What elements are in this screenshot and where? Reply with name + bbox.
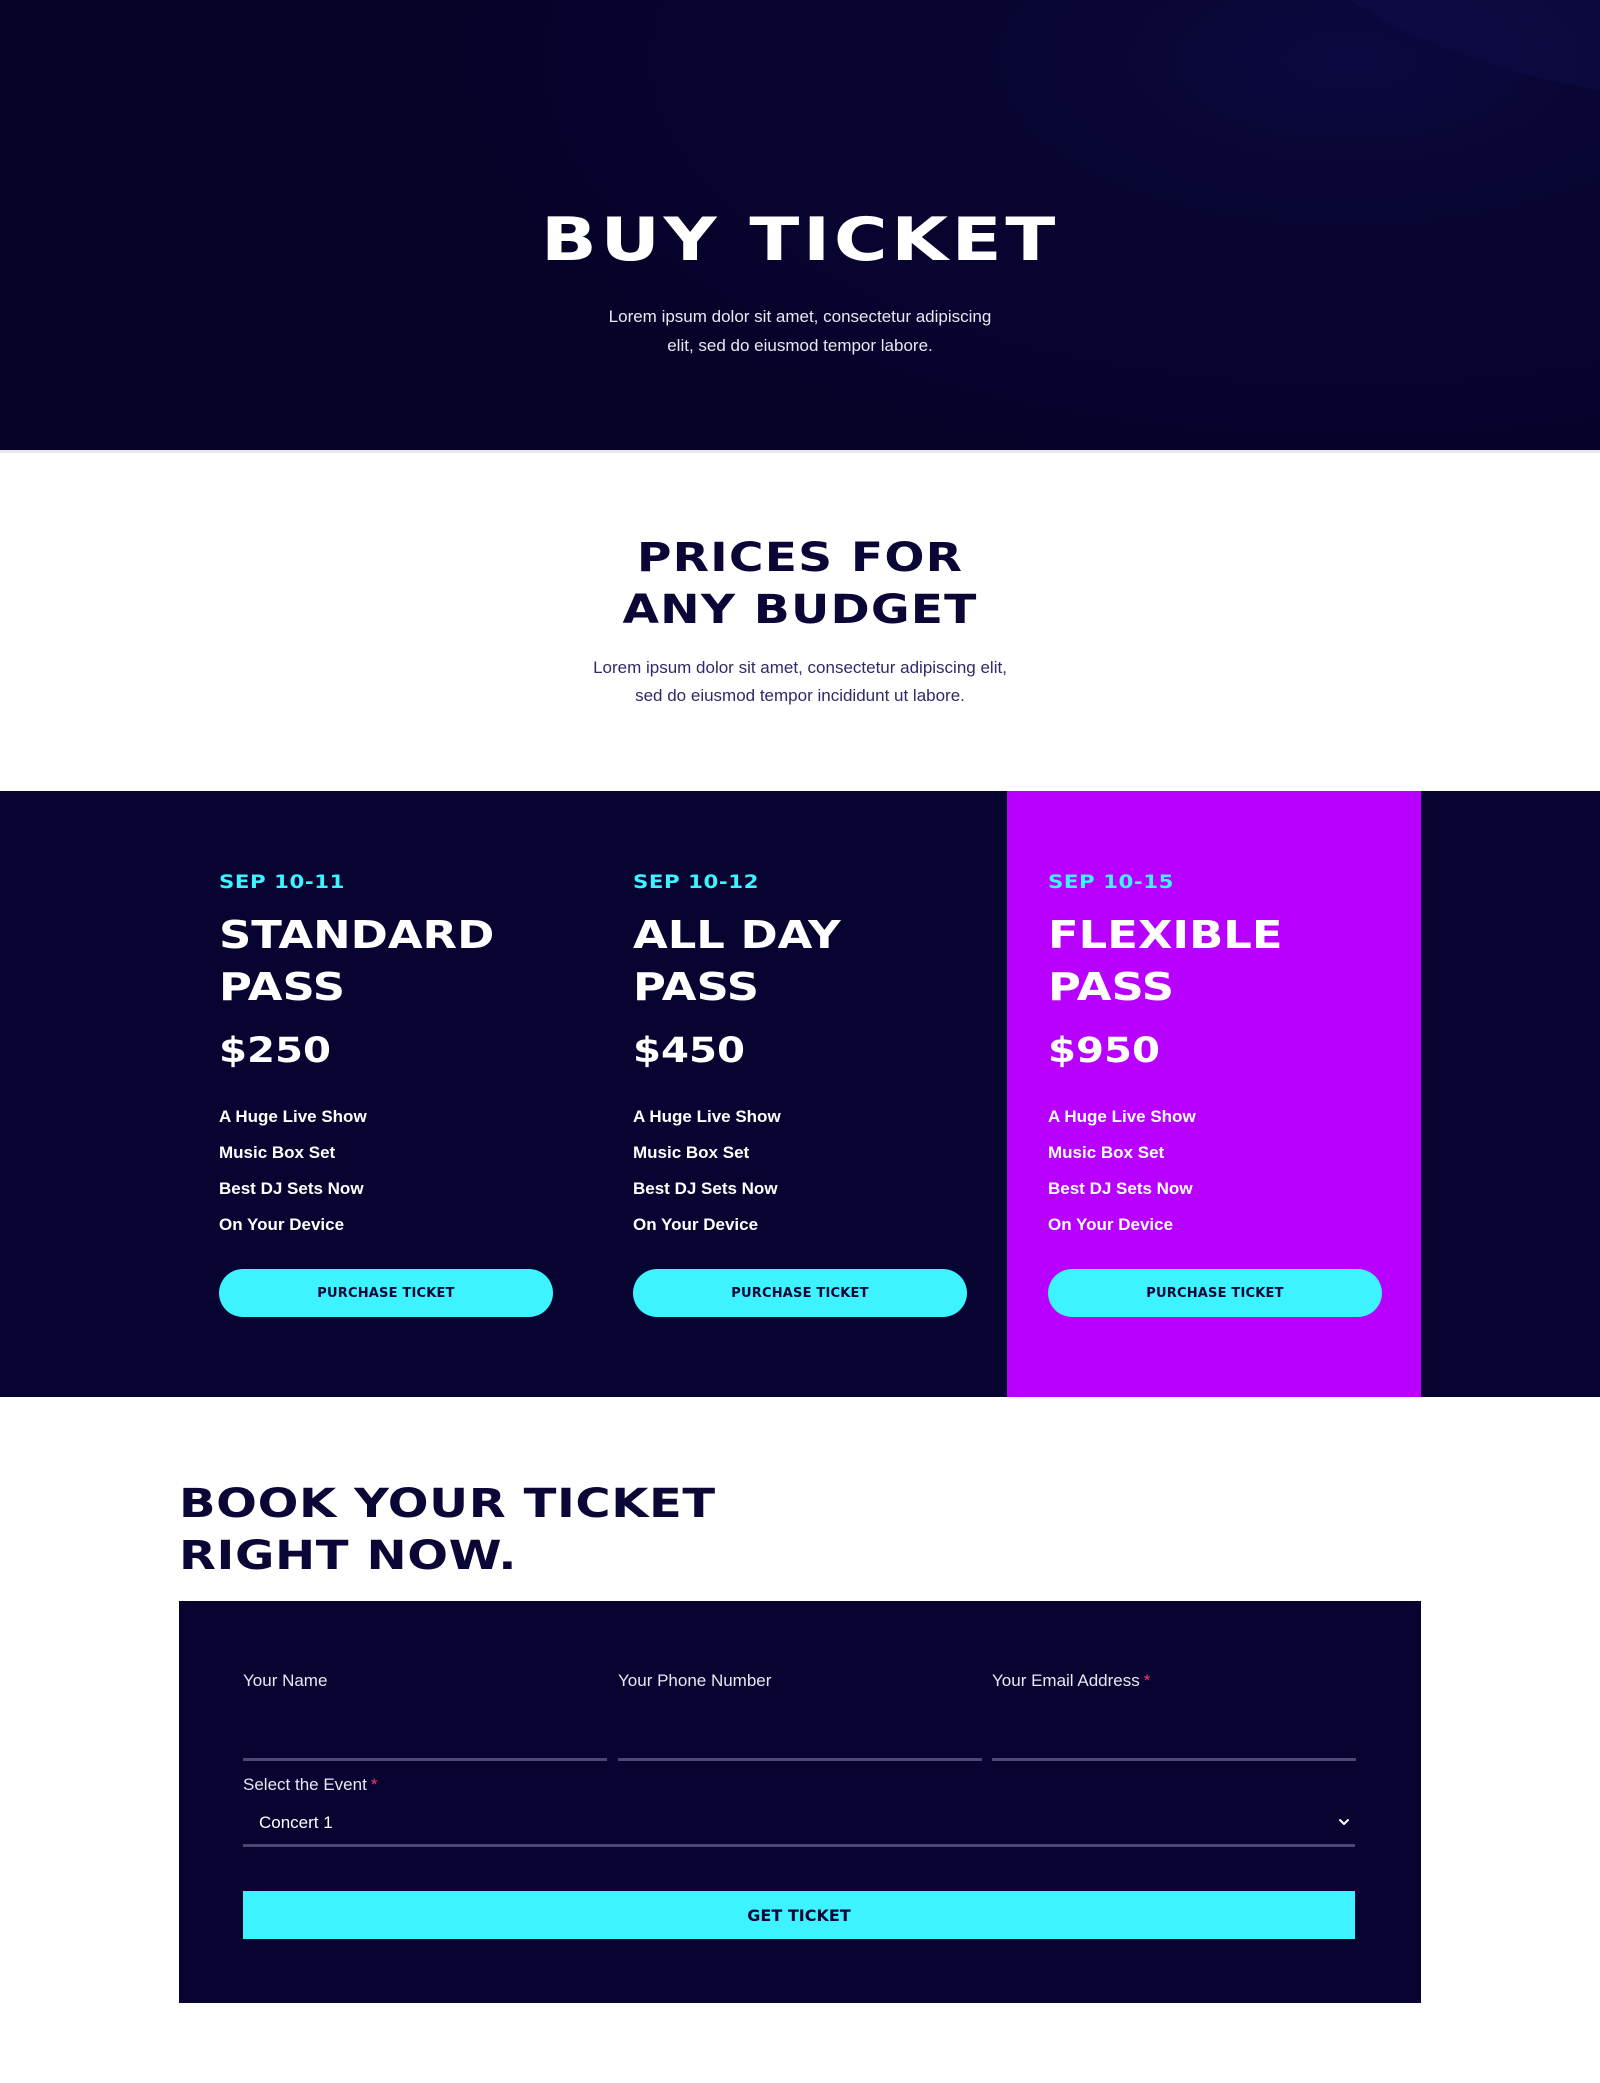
required-asterisk: * <box>1143 1671 1151 1690</box>
page-title: BUY TICKET <box>541 205 1059 275</box>
card-price: $250 <box>219 1031 332 1071</box>
hero-section: BUY TICKET Lorem ipsum dolor sit amet, c… <box>0 0 1600 450</box>
email-label: Your Email Address * <box>992 1671 1150 1690</box>
phone-label: Your Phone Number <box>618 1671 772 1690</box>
pricing-card-all-day: SEP 10-12 ALL DAY PASS $450 A Huge Live … <box>592 791 1006 1397</box>
phone-field: Your Phone Number <box>618 1671 982 1761</box>
hero-background-arc <box>1180 0 1600 100</box>
card-title-line2: PASS <box>633 965 760 1009</box>
pricing-card-standard: SEP 10-11 STANDARD PASS $250 A Huge Live… <box>178 791 592 1397</box>
book-heading-line1: BOOK YOUR TICKET <box>179 1481 716 1527</box>
feature-item: On Your Device <box>633 1215 759 1234</box>
card-title-line1: STANDARD <box>219 913 495 957</box>
feature-list: A Huge Live Show Music Box Set Best DJ S… <box>219 1099 367 1243</box>
purchase-ticket-button[interactable]: PURCHASE TICKET <box>219 1269 553 1317</box>
feature-item: On Your Device <box>219 1215 345 1234</box>
feature-item: Best DJ Sets Now <box>219 1179 364 1198</box>
card-price: $450 <box>633 1031 746 1071</box>
email-field: Your Email Address * <box>992 1671 1356 1761</box>
pricing-band: SEP 10-11 STANDARD PASS $250 A Huge Live… <box>0 791 1600 1397</box>
prices-heading-line2: ANY BUDGET <box>622 587 978 633</box>
event-field: Select the Event * Concert 1 <box>243 1775 1355 1847</box>
email-label-text: Your Email Address <box>992 1671 1140 1690</box>
feature-item: Music Box Set <box>1048 1143 1165 1162</box>
card-date: SEP 10-11 <box>219 871 345 893</box>
phone-input[interactable] <box>618 1721 982 1761</box>
name-field: Your Name <box>243 1671 607 1761</box>
card-title: STANDARD PASS <box>219 909 494 1013</box>
prices-heading-line1: PRICES FOR <box>636 535 964 581</box>
name-label: Your Name <box>243 1671 328 1690</box>
feature-list: A Huge Live Show Music Box Set Best DJ S… <box>1048 1099 1196 1243</box>
feature-item: A Huge Live Show <box>219 1107 367 1126</box>
event-select-value: Concert 1 <box>259 1813 333 1832</box>
purchase-ticket-button[interactable]: PURCHASE TICKET <box>633 1269 967 1317</box>
card-date: SEP 10-15 <box>1048 871 1174 893</box>
feature-item: On Your Device <box>1048 1215 1174 1234</box>
card-title: ALL DAY PASS <box>633 909 841 1013</box>
feature-item: A Huge Live Show <box>1048 1107 1196 1126</box>
card-title-line2: PASS <box>1048 965 1175 1009</box>
feature-item: Best DJ Sets Now <box>1048 1179 1193 1198</box>
booking-form: Your Name Your Phone Number Your Email A… <box>179 1601 1421 2003</box>
section-divider <box>0 450 1600 453</box>
card-title-line1: ALL DAY <box>633 913 841 957</box>
chevron-down-icon <box>1339 1819 1349 1825</box>
name-input[interactable] <box>243 1721 607 1761</box>
card-title-line1: FLEXIBLE <box>1048 913 1283 957</box>
card-title-line2: PASS <box>219 965 346 1009</box>
event-label: Select the Event * <box>243 1775 377 1794</box>
feature-list: A Huge Live Show Music Box Set Best DJ S… <box>633 1099 781 1243</box>
feature-item: Best DJ Sets Now <box>633 1179 778 1198</box>
event-select[interactable]: Concert 1 <box>243 1805 1355 1847</box>
book-heading: BOOK YOUR TICKET RIGHT NOW. <box>179 1478 716 1582</box>
required-asterisk: * <box>370 1775 378 1794</box>
feature-item: A Huge Live Show <box>633 1107 781 1126</box>
purchase-ticket-button[interactable]: PURCHASE TICKET <box>1048 1269 1382 1317</box>
email-input[interactable] <box>992 1721 1356 1761</box>
get-ticket-button[interactable]: GET TICKET <box>243 1891 1355 1939</box>
book-heading-line2: RIGHT NOW. <box>179 1533 518 1579</box>
card-title: FLEXIBLE PASS <box>1048 909 1282 1013</box>
prices-heading: PRICES FOR ANY BUDGET <box>0 532 1600 636</box>
feature-item: Music Box Set <box>633 1143 750 1162</box>
feature-item: Music Box Set <box>219 1143 336 1162</box>
hero-subtitle: Lorem ipsum dolor sit amet, consectetur … <box>608 307 992 355</box>
prices-subtitle: Lorem ipsum dolor sit amet, consectetur … <box>593 658 1007 705</box>
event-label-text: Select the Event <box>243 1775 367 1794</box>
pricing-card-flexible: SEP 10-15 FLEXIBLE PASS $950 A Huge Live… <box>1007 791 1421 1397</box>
card-price: $950 <box>1048 1031 1161 1071</box>
card-date: SEP 10-12 <box>633 871 759 893</box>
